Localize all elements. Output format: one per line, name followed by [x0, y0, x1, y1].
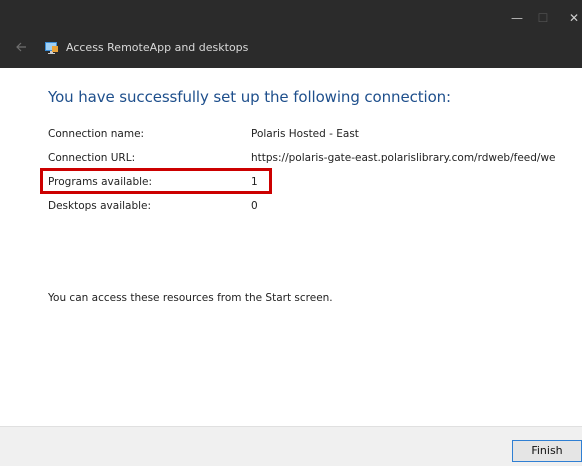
wizard-footer	[0, 426, 582, 466]
connection-url-value: https://polaris-gate-east.polarislibrary…	[251, 152, 556, 164]
start-screen-info: You can access these resources from the …	[48, 292, 333, 304]
programs-available-highlight	[40, 168, 272, 194]
back-arrow-icon[interactable]	[14, 40, 28, 54]
minimize-button[interactable]: —	[503, 8, 531, 28]
window-title: Access RemoteApp and desktops	[66, 41, 249, 54]
connection-url-label: Connection URL:	[48, 152, 136, 164]
remoteapp-icon-svg	[45, 42, 58, 54]
remoteapp-icon	[44, 40, 59, 55]
remoteapp-wizard-window: Access RemoteApp and desktops — ☐ ✕ You …	[0, 0, 582, 466]
finish-button[interactable]: Finish	[512, 440, 582, 462]
desktops-available-label: Desktops available:	[48, 200, 152, 212]
page-title: You have successfully set up the followi…	[48, 88, 452, 106]
close-button[interactable]: ✕	[560, 8, 582, 28]
title-bar: Access RemoteApp and desktops — ☐ ✕	[0, 0, 582, 68]
connection-name-label: Connection name:	[48, 128, 145, 140]
maximize-button[interactable]: ☐	[529, 8, 557, 28]
back-arrow-svg	[16, 42, 26, 52]
connection-name-value: Polaris Hosted - East	[251, 128, 359, 140]
desktops-available-value: 0	[251, 200, 258, 212]
